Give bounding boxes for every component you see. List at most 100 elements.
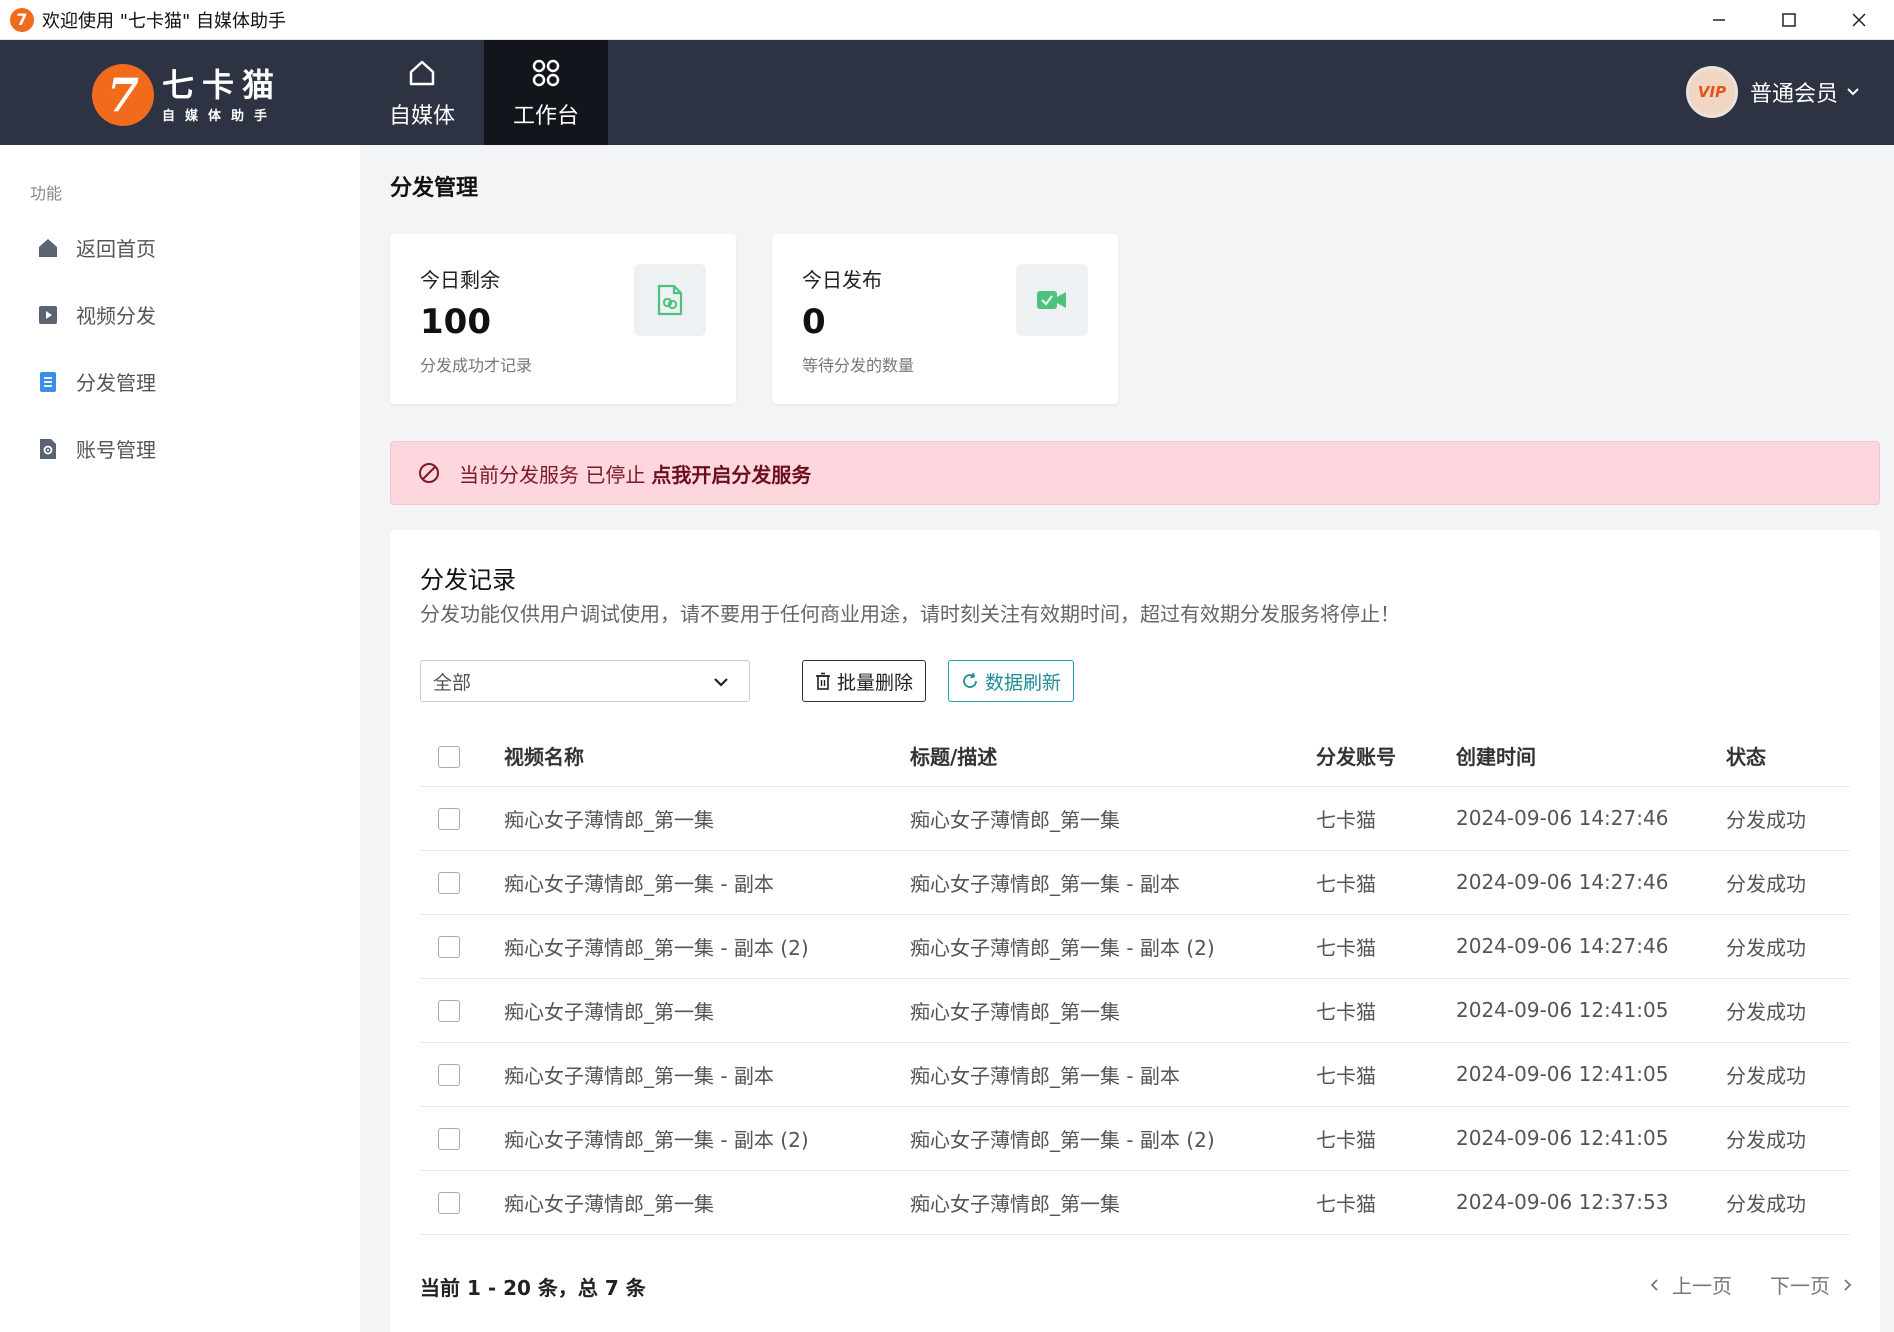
- cell-status: 分发成功: [1726, 978, 1850, 1043]
- table-row[interactable]: 痴心女子薄情郎_第一集 - 副本 (2) 痴心女子薄情郎_第一集 - 副本 (2…: [420, 914, 1850, 979]
- minimize-button[interactable]: [1684, 0, 1754, 40]
- refresh-data-button[interactable]: 数据刷新: [948, 660, 1075, 702]
- sidebar-item-home[interactable]: 返回首页: [36, 233, 156, 262]
- table-row[interactable]: 痴心女子薄情郎_第一集 - 副本 痴心女子薄情郎_第一集 - 副本 七卡猫 20…: [420, 850, 1850, 915]
- sidebar-item-video-distribution[interactable]: 视频分发: [36, 300, 156, 329]
- status-filter-value: 全部: [433, 671, 472, 694]
- minimize-icon: [1713, 19, 1725, 21]
- sidebar-item-account-management[interactable]: 账号管理: [36, 434, 156, 463]
- start-service-link[interactable]: 点我开启分发服务: [651, 459, 811, 488]
- logo-subtitle: 自媒体助手: [162, 108, 278, 124]
- table-row[interactable]: 痴心女子薄情郎_第一集 - 副本 (2) 痴心女子薄情郎_第一集 - 副本 (2…: [420, 1106, 1850, 1171]
- status-filter-select[interactable]: 全部: [420, 660, 750, 702]
- cell-video-name: 痴心女子薄情郎_第一集: [504, 1170, 910, 1235]
- row-select-cell: [420, 1042, 504, 1107]
- table-row[interactable]: 痴心女子薄情郎_第一集 - 副本 痴心女子薄情郎_第一集 - 副本 七卡猫 20…: [420, 1042, 1850, 1107]
- cell-video-name: 痴心女子薄情郎_第一集: [504, 978, 910, 1043]
- tab-media-label: 自媒体: [388, 103, 455, 129]
- stat-value: 100: [420, 302, 491, 342]
- table-row[interactable]: 痴心女子薄情郎_第一集 痴心女子薄情郎_第一集 七卡猫 2024-09-06 1…: [420, 786, 1850, 851]
- row-checkbox[interactable]: [438, 872, 460, 895]
- trash-icon: [815, 672, 831, 690]
- user-menu[interactable]: VIP 普通会员: [1685, 66, 1860, 118]
- stat-note: 等待分发的数量: [802, 356, 915, 375]
- batch-delete-button[interactable]: 批量删除: [802, 660, 927, 702]
- cell-video-name: 痴心女子薄情郎_第一集 - 副本 (2): [504, 1106, 910, 1171]
- cell-created-time: 2024-09-06 14:27:46: [1456, 786, 1726, 851]
- cell-status: 分发成功: [1726, 1170, 1850, 1235]
- window-titlebar: 7 欢迎使用 "七卡猫" 自媒体助手: [0, 0, 1894, 40]
- cell-account: 七卡猫: [1316, 850, 1456, 915]
- cell-account: 七卡猫: [1316, 1106, 1456, 1171]
- row-select-cell: [420, 1106, 504, 1171]
- next-page-button[interactable]: 下一页: [1770, 1270, 1854, 1299]
- file-link-icon: [634, 264, 706, 336]
- batch-delete-label: 批量删除: [837, 671, 914, 694]
- maximize-button[interactable]: [1754, 0, 1824, 40]
- top-navigation: 7 七卡猫 自媒体助手 自媒体 工作台 VIP 普通会员: [0, 40, 1894, 145]
- row-checkbox[interactable]: [438, 808, 460, 831]
- close-icon: [1852, 13, 1866, 27]
- row-checkbox[interactable]: [438, 1064, 460, 1087]
- settings-file-icon: [36, 437, 60, 461]
- cell-account: 七卡猫: [1316, 978, 1456, 1043]
- sidebar-item-label: 分发管理: [76, 371, 156, 395]
- sidebar-item-label: 账号管理: [76, 438, 156, 462]
- pagination-summary: 当前 1 - 20 条，总 7 条: [420, 1276, 646, 1300]
- logo-name: 七卡猫: [162, 65, 283, 104]
- sidebar-item-distribution-management[interactable]: 分发管理: [36, 367, 156, 396]
- maximize-icon: [1782, 13, 1796, 27]
- logo[interactable]: 7 七卡猫 自媒体助手: [92, 64, 282, 126]
- row-select-cell: [420, 786, 504, 851]
- home-icon: [407, 56, 437, 90]
- cell-video-name: 痴心女子薄情郎_第一集 - 副本: [504, 850, 910, 915]
- stat-card-published: 今日发布 0 等待分发的数量: [772, 234, 1118, 404]
- records-description: 分发功能仅供用户调试使用，请不要用于任何商业用途，请时刻关注有效期时间，超过有效…: [420, 602, 1400, 626]
- tab-workbench[interactable]: 工作台: [484, 40, 608, 145]
- window-title: 欢迎使用 "七卡猫" 自媒体助手: [42, 10, 287, 32]
- cell-title: 痴心女子薄情郎_第一集 - 副本: [910, 850, 1316, 915]
- prev-page-label: 上一页: [1672, 1274, 1732, 1298]
- tab-media[interactable]: 自媒体: [360, 40, 484, 145]
- sidebar-section-title: 功能: [30, 184, 63, 203]
- vip-avatar: VIP: [1685, 66, 1738, 118]
- row-select-cell: [420, 978, 504, 1043]
- records-title: 分发记录: [420, 566, 516, 594]
- table-row[interactable]: 痴心女子薄情郎_第一集 痴心女子薄情郎_第一集 七卡猫 2024-09-06 1…: [420, 978, 1850, 1043]
- row-select-cell: [420, 850, 504, 915]
- row-select-cell: [420, 914, 504, 979]
- chevron-right-icon: [1844, 1278, 1852, 1291]
- service-alert: 当前分发服务 已停止 点我开启分发服务: [390, 441, 1880, 505]
- cell-video-name: 痴心女子薄情郎_第一集 - 副本: [504, 1042, 910, 1107]
- stat-value: 0: [802, 302, 826, 342]
- column-header-video-name: 视频名称: [504, 726, 910, 787]
- cell-status: 分发成功: [1726, 786, 1850, 851]
- row-checkbox[interactable]: [438, 936, 460, 959]
- cell-created-time: 2024-09-06 12:37:53: [1456, 1170, 1726, 1235]
- cell-title: 痴心女子薄情郎_第一集 - 副本 (2): [910, 1106, 1316, 1171]
- select-all-checkbox[interactable]: [438, 746, 460, 768]
- cell-status: 分发成功: [1726, 850, 1850, 915]
- page-title: 分发管理: [390, 176, 479, 201]
- cell-video-name: 痴心女子薄情郎_第一集 - 副本 (2): [504, 914, 910, 979]
- stat-note: 分发成功才记录: [420, 356, 533, 375]
- row-checkbox[interactable]: [438, 1000, 460, 1023]
- document-icon: [36, 370, 60, 394]
- video-camera-icon: [1016, 264, 1088, 336]
- records-table: 视频名称 标题/描述 分发账号 创建时间 状态 痴心女子薄情郎_第一集 痴心女子…: [420, 726, 1850, 1235]
- logo-badge: 7: [92, 64, 154, 126]
- row-checkbox[interactable]: [438, 1192, 460, 1215]
- cell-created-time: 2024-09-06 12:41:05: [1456, 1042, 1726, 1107]
- row-checkbox[interactable]: [438, 1128, 460, 1151]
- table-row[interactable]: 痴心女子薄情郎_第一集 痴心女子薄情郎_第一集 七卡猫 2024-09-06 1…: [420, 1170, 1850, 1235]
- pagination: 上一页 下一页: [1648, 1270, 1854, 1299]
- prev-page-button[interactable]: 上一页: [1648, 1270, 1732, 1299]
- row-select-cell: [420, 1170, 504, 1235]
- next-page-label: 下一页: [1770, 1274, 1830, 1298]
- cell-account: 七卡猫: [1316, 1170, 1456, 1235]
- close-button[interactable]: [1824, 0, 1894, 40]
- cell-account: 七卡猫: [1316, 914, 1456, 979]
- cell-title: 痴心女子薄情郎_第一集 - 副本 (2): [910, 914, 1316, 979]
- refresh-label: 数据刷新: [985, 671, 1062, 694]
- home-icon: [36, 236, 60, 260]
